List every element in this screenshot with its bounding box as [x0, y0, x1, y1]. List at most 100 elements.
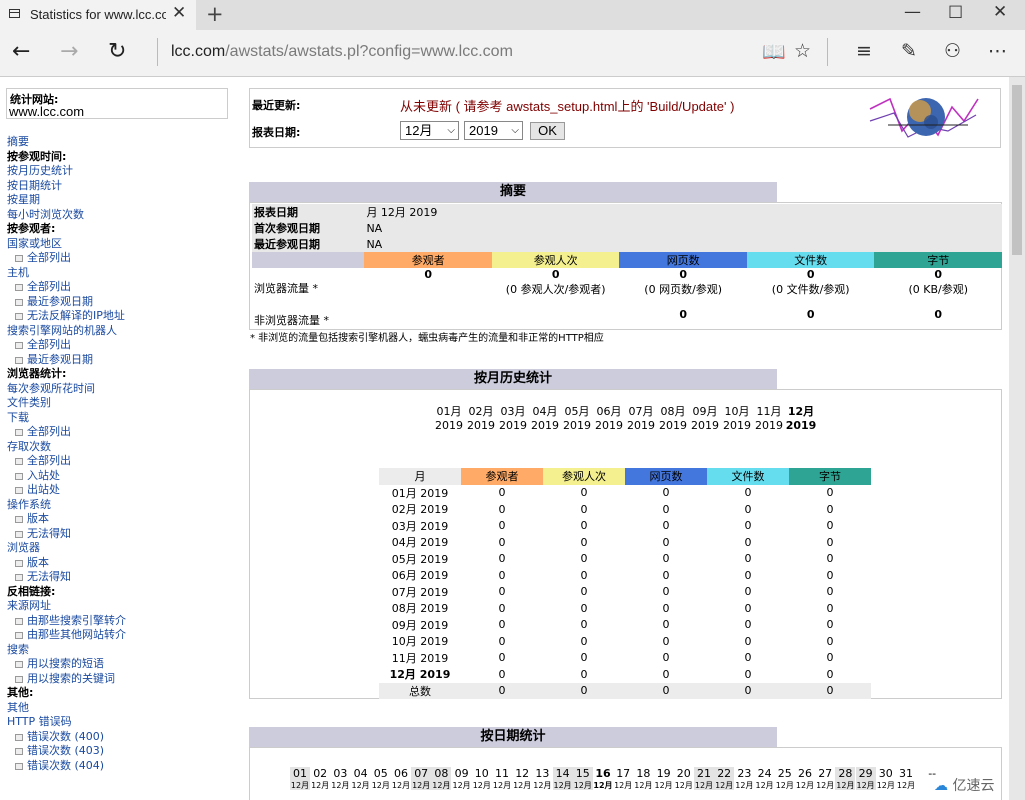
- ok-button[interactable]: OK: [530, 122, 565, 140]
- awstats-logo: [869, 97, 979, 138]
- watermark-text: 亿速云: [952, 778, 995, 794]
- browser-tab[interactable]: Statistics for www.lcc.cor ✕: [0, 0, 196, 30]
- month-cell: 01月 2019: [391, 486, 449, 500]
- menu-item-label: 版本: [27, 512, 49, 525]
- menu-sub-link[interactable]: 版本: [7, 512, 126, 527]
- menu-link[interactable]: 按日期统计: [7, 179, 126, 194]
- year-select[interactable]: 2019 ⌵: [464, 121, 523, 140]
- menu-sub-link[interactable]: 由那些其他网站转介: [7, 628, 126, 643]
- list-bullet-icon: [15, 472, 23, 480]
- menu-sub-link[interactable]: 由那些搜索引擎转介: [7, 614, 126, 629]
- left-menu: 统计网站: www.lcc.com 摘要 按参观时间: 按月历史统计 按日期统计 按星期…: [0, 77, 240, 800]
- menu-link[interactable]: 国家或地区: [7, 237, 126, 252]
- menu-sub-link[interactable]: 最近参观日期: [7, 295, 126, 310]
- menu-link[interactable]: 搜索引擎网站的机器人: [7, 324, 126, 339]
- menu-link[interactable]: 文件类别: [7, 396, 126, 411]
- menu-sub-link[interactable]: 错误次数 (403): [7, 744, 126, 759]
- menu-item-label: 存取次数: [7, 439, 51, 453]
- share-icon[interactable]: ⚇: [944, 40, 961, 62]
- menu-sub-link[interactable]: 全部列出: [7, 280, 126, 295]
- menu-item-label: 错误次数 (400): [27, 729, 105, 743]
- total-cell: 0: [826, 684, 834, 698]
- menu-link[interactable]: 摘要: [7, 135, 126, 150]
- address-toolbar: ← → ↻ lcc.com/awstats/awstats.pl?config=…: [0, 30, 1025, 77]
- menu-link[interactable]: 来源网址: [7, 599, 126, 614]
- menu-sub-link[interactable]: 入站处: [7, 469, 126, 484]
- web-note-icon[interactable]: ✎: [901, 40, 917, 62]
- vertical-scrollbar[interactable]: [1009, 77, 1025, 800]
- menu-sub-link[interactable]: 用以搜索的关键词: [7, 672, 126, 687]
- menu-sub-link[interactable]: 无法得知: [7, 527, 126, 542]
- day-month: 12月: [391, 781, 411, 790]
- favorite-star-icon[interactable]: ☆: [794, 40, 811, 62]
- menu-sub-link[interactable]: 全部列出: [7, 251, 126, 266]
- menu-link[interactable]: HTTP 错误码: [7, 715, 126, 730]
- day-number: 21: [697, 767, 711, 780]
- menu-link[interactable]: 按月历史统计: [7, 164, 126, 179]
- month-select[interactable]: 12月 ⌵: [400, 121, 459, 140]
- menu-sub-link[interactable]: 全部列出: [7, 454, 126, 469]
- scrollbar-thumb[interactable]: [1012, 85, 1022, 255]
- day-month: 12月: [432, 781, 451, 790]
- menu-sub-link[interactable]: 全部列出: [7, 425, 126, 440]
- menu-sub-link[interactable]: 无法反解译的IP地址: [7, 309, 126, 324]
- month-chart-label: 09月 2019: [689, 405, 721, 433]
- list-bullet-icon: [15, 429, 23, 436]
- menu-sub-link[interactable]: 全部列出: [7, 338, 126, 353]
- total-cell: 0: [498, 684, 506, 698]
- day-month: 12月: [816, 781, 835, 790]
- menu-link[interactable]: 每小时浏览次数: [7, 208, 126, 223]
- menu-item-label: 错误次数 (403): [27, 744, 105, 757]
- menu-sub-link[interactable]: 出站处: [7, 483, 126, 498]
- day-chart-label: 12 12月: [512, 767, 532, 790]
- day-number: 30: [878, 767, 893, 780]
- close-tab-icon[interactable]: ✕: [172, 3, 186, 23]
- menu-link[interactable]: 按星期: [7, 193, 126, 208]
- menu-link[interactable]: 其他: [7, 701, 126, 716]
- day-number: 15: [575, 767, 590, 780]
- refresh-icon[interactable]: ↻: [108, 39, 126, 64]
- value-cell: 0: [826, 486, 834, 500]
- menu-sub-link[interactable]: 版本: [7, 556, 126, 571]
- day-chart-label: 03 12月: [330, 767, 350, 790]
- more-icon[interactable]: ⋯: [988, 40, 1007, 62]
- address-bar[interactable]: lcc.com/awstats/awstats.pl?config=www.lc…: [171, 43, 513, 61]
- minimize-icon[interactable]: —: [904, 2, 921, 22]
- menu-link[interactable]: 搜索: [7, 643, 126, 658]
- address-divider: [157, 38, 158, 66]
- hub-icon[interactable]: ≡: [856, 40, 872, 62]
- month-chart-month: 07月: [628, 405, 654, 418]
- day-chart-label: 14 12月: [552, 767, 573, 790]
- list-bullet-icon: [15, 530, 23, 538]
- monthly-col-header: 月: [379, 468, 461, 485]
- menu-section-heading: 按参观者:: [7, 222, 126, 237]
- menu-sub-link[interactable]: 最近参观日期: [7, 353, 126, 368]
- menu-item-label: 由那些搜索引擎转介: [27, 613, 126, 627]
- menu-link[interactable]: 主机: [7, 266, 126, 281]
- back-icon[interactable]: ←: [12, 39, 30, 64]
- menu-sub-link[interactable]: 无法得知: [7, 570, 126, 585]
- menu-sub-link[interactable]: 错误次数 (400): [7, 730, 126, 745]
- month-chart-year: 2019: [563, 419, 591, 432]
- list-bullet-icon: [15, 733, 23, 741]
- menu-item-label: 无法得知: [27, 570, 71, 583]
- menu-sub-link[interactable]: 错误次数 (404): [7, 759, 126, 774]
- menu-item-label: 其他: [7, 700, 29, 714]
- menu-link[interactable]: 操作系统: [7, 498, 126, 513]
- menu-link[interactable]: 下载: [7, 411, 126, 426]
- window-close-icon[interactable]: ✕: [993, 2, 1007, 22]
- menu-link[interactable]: 存取次数: [7, 440, 126, 455]
- maximize-icon[interactable]: ☐: [948, 3, 963, 23]
- day-month: 12月: [573, 781, 592, 790]
- menu-sub-link[interactable]: 用以搜索的短语: [7, 657, 126, 672]
- day-number: 01: [293, 767, 307, 780]
- menu-link[interactable]: 每次参观所花时间: [7, 382, 126, 397]
- new-tab-icon[interactable]: +: [206, 2, 224, 26]
- value-cell: 0: [580, 634, 588, 648]
- menu-item-label: 其他:: [7, 686, 34, 699]
- forward-icon[interactable]: →: [60, 39, 78, 64]
- menu-link[interactable]: 浏览器: [7, 541, 126, 556]
- menu-item-label: 全部列出: [27, 280, 71, 293]
- reading-view-icon[interactable]: 📖: [762, 40, 786, 63]
- day-chart-label: 10 12月: [472, 767, 492, 790]
